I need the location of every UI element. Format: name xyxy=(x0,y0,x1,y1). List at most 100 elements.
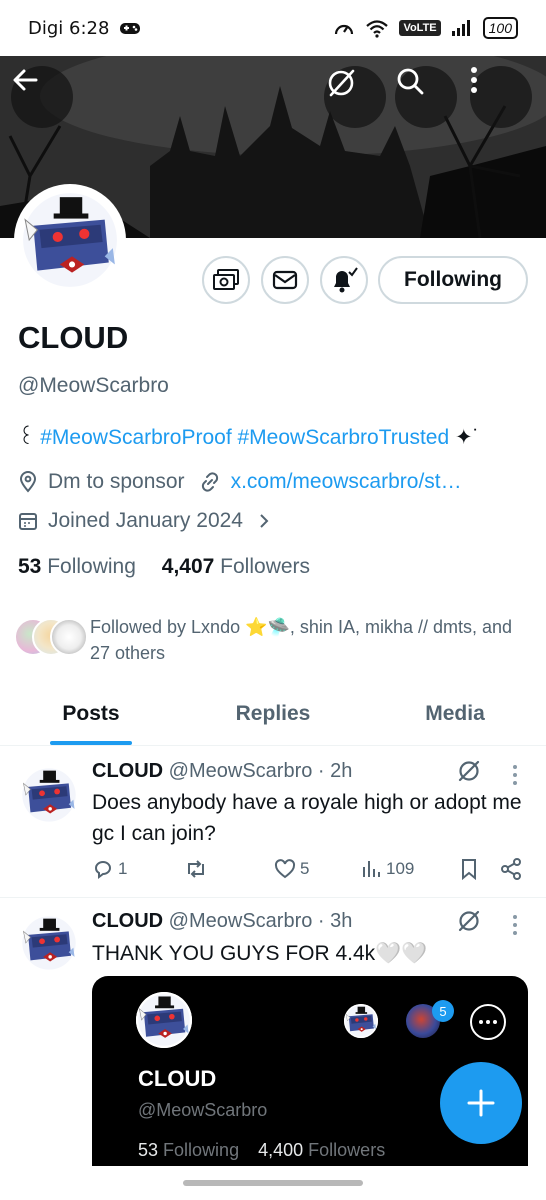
location-icon xyxy=(19,471,37,493)
following-button[interactable]: Following xyxy=(378,256,528,304)
reply-icon xyxy=(95,861,112,879)
money-icon xyxy=(213,269,239,290)
avatar-image xyxy=(20,766,78,824)
grok-icon[interactable] xyxy=(456,758,482,784)
post-header: CLOUD @MeowScarbro · 2h xyxy=(92,760,352,783)
arrow-left-icon xyxy=(13,69,38,91)
post-text: Does anybody have a royale high or adopt… xyxy=(92,791,522,845)
home-indicator[interactable] xyxy=(183,1180,363,1186)
grok-button[interactable] xyxy=(324,66,386,128)
profile-location: Dm to sponsor xyxy=(48,470,185,493)
compose-button[interactable] xyxy=(440,1062,522,1144)
embed-avatar xyxy=(136,992,192,1048)
search-icon xyxy=(397,68,424,95)
avatar-image xyxy=(136,992,192,1048)
repost-button[interactable] xyxy=(184,858,274,880)
avatar-image xyxy=(20,914,78,972)
mail-icon xyxy=(272,270,298,290)
calendar-icon xyxy=(19,513,37,530)
more-vertical-icon xyxy=(471,67,477,93)
link-icon xyxy=(201,472,218,492)
following-label: Following xyxy=(47,555,136,578)
views-button[interactable]: 109 xyxy=(362,859,460,879)
post-more-icon[interactable] xyxy=(512,764,518,786)
post-more-icon[interactable] xyxy=(512,914,518,936)
embed-following-label: Following xyxy=(163,1140,240,1160)
avatar-image xyxy=(344,1004,378,1038)
avatar-image xyxy=(19,189,121,291)
post-handle-time: @MeowScarbro · 3h xyxy=(168,910,353,932)
embed-notification-badge: 5 xyxy=(432,1000,454,1022)
followers-label: Followers xyxy=(220,555,311,578)
embed-followers-count: 4,400 xyxy=(258,1140,304,1160)
post-author[interactable]: CLOUD xyxy=(92,760,163,782)
bio-hashtags[interactable]: #MeowScarbroProof #MeowScarbroTrusted xyxy=(40,426,449,449)
post-actions: 1 5 109 xyxy=(92,858,532,880)
post-text: THANK YOU GUYS FOR 4.4k🤍🤍 xyxy=(92,942,428,965)
profile-joined-row[interactable]: Joined January 2024 xyxy=(18,509,269,533)
bio-prefix: ꒰ xyxy=(18,426,35,449)
bell-check-icon xyxy=(334,267,358,293)
profile-name: CLOUD xyxy=(18,320,129,355)
followers-count: 4,407 xyxy=(161,555,215,578)
followed-by-text: Followed by Lxndo ⭐🛸, shin IA, mikha // … xyxy=(90,617,513,663)
profile-bio: ꒰ #MeowScarbroProof #MeowScarbroTrusted … xyxy=(18,422,480,450)
speed-icon xyxy=(333,18,355,38)
back-button[interactable] xyxy=(11,66,73,128)
gamepad-icon xyxy=(119,20,141,36)
tab-media[interactable]: Media xyxy=(364,688,546,745)
subscribe-button[interactable] xyxy=(202,256,250,304)
plus-icon xyxy=(467,1089,495,1117)
post-author[interactable]: CLOUD xyxy=(92,910,163,932)
post-avatar[interactable] xyxy=(20,766,78,824)
profile-counts: 53 Following 4,407 Followers xyxy=(18,555,310,579)
followed-by-avatars xyxy=(14,614,88,658)
followed-by-row[interactable]: Followed by Lxndo ⭐🛸, shin IA, mikha // … xyxy=(14,614,534,666)
profile-handle: @MeowScarbro xyxy=(18,374,169,397)
like-button[interactable]: 5 xyxy=(274,859,362,879)
post-handle-time: @MeowScarbro · 2h xyxy=(168,760,353,782)
embed-followers-label: Followers xyxy=(308,1140,386,1160)
embed-following-count: 53 xyxy=(138,1140,159,1160)
grok-icon[interactable] xyxy=(456,908,482,934)
post-divider xyxy=(0,897,546,898)
status-bar: Digi 6:28 VoLTE 100 xyxy=(0,0,546,56)
profile-tabs: Posts Replies Media xyxy=(0,688,546,746)
chevron-right-icon xyxy=(260,514,269,528)
signal-icon xyxy=(451,19,473,37)
grok-icon xyxy=(328,69,355,97)
profile-avatar[interactable] xyxy=(14,184,126,296)
message-button[interactable] xyxy=(261,256,309,304)
status-time: Digi 6:28 xyxy=(28,17,110,39)
profile-joined: Joined January 2024 xyxy=(48,509,243,532)
reply-count: 1 xyxy=(118,859,128,878)
repost-icon xyxy=(188,860,204,878)
wifi-icon xyxy=(365,18,389,38)
reply-button[interactable]: 1 xyxy=(92,858,184,880)
bio-suffix: ✦˙ xyxy=(455,426,480,449)
following-count-link[interactable]: 53 Following xyxy=(18,555,136,578)
following-count: 53 xyxy=(18,555,42,578)
profile-meta-row: Dm to sponsor x.com/meowscarbro/st… xyxy=(18,470,462,494)
share-icon[interactable] xyxy=(500,858,522,880)
bookmark-icon[interactable] xyxy=(460,858,478,880)
battery-indicator: 100 xyxy=(482,17,518,39)
embed-handle: @MeowScarbro xyxy=(138,1100,268,1120)
follower-avatar xyxy=(50,618,88,656)
search-button[interactable] xyxy=(395,66,457,128)
more-options-button[interactable] xyxy=(470,66,532,128)
embed-more-icon xyxy=(470,1004,506,1040)
tab-posts[interactable]: Posts xyxy=(0,688,182,745)
followers-count-link[interactable]: 4,407 Followers xyxy=(162,555,310,578)
embed-small-avatar xyxy=(344,1004,378,1038)
notifications-button[interactable] xyxy=(320,256,368,304)
tab-replies[interactable]: Replies xyxy=(182,688,364,745)
profile-website-link[interactable]: x.com/meowscarbro/st… xyxy=(231,470,462,494)
view-count: 109 xyxy=(386,859,415,878)
volte-badge: VoLTE xyxy=(399,20,441,36)
views-icon xyxy=(363,861,380,877)
heart-icon xyxy=(274,859,296,879)
embed-name: CLOUD xyxy=(138,1066,217,1091)
post-avatar[interactable] xyxy=(20,914,78,972)
embed-counts: 53 Following 4,400 Followers xyxy=(138,1140,385,1161)
